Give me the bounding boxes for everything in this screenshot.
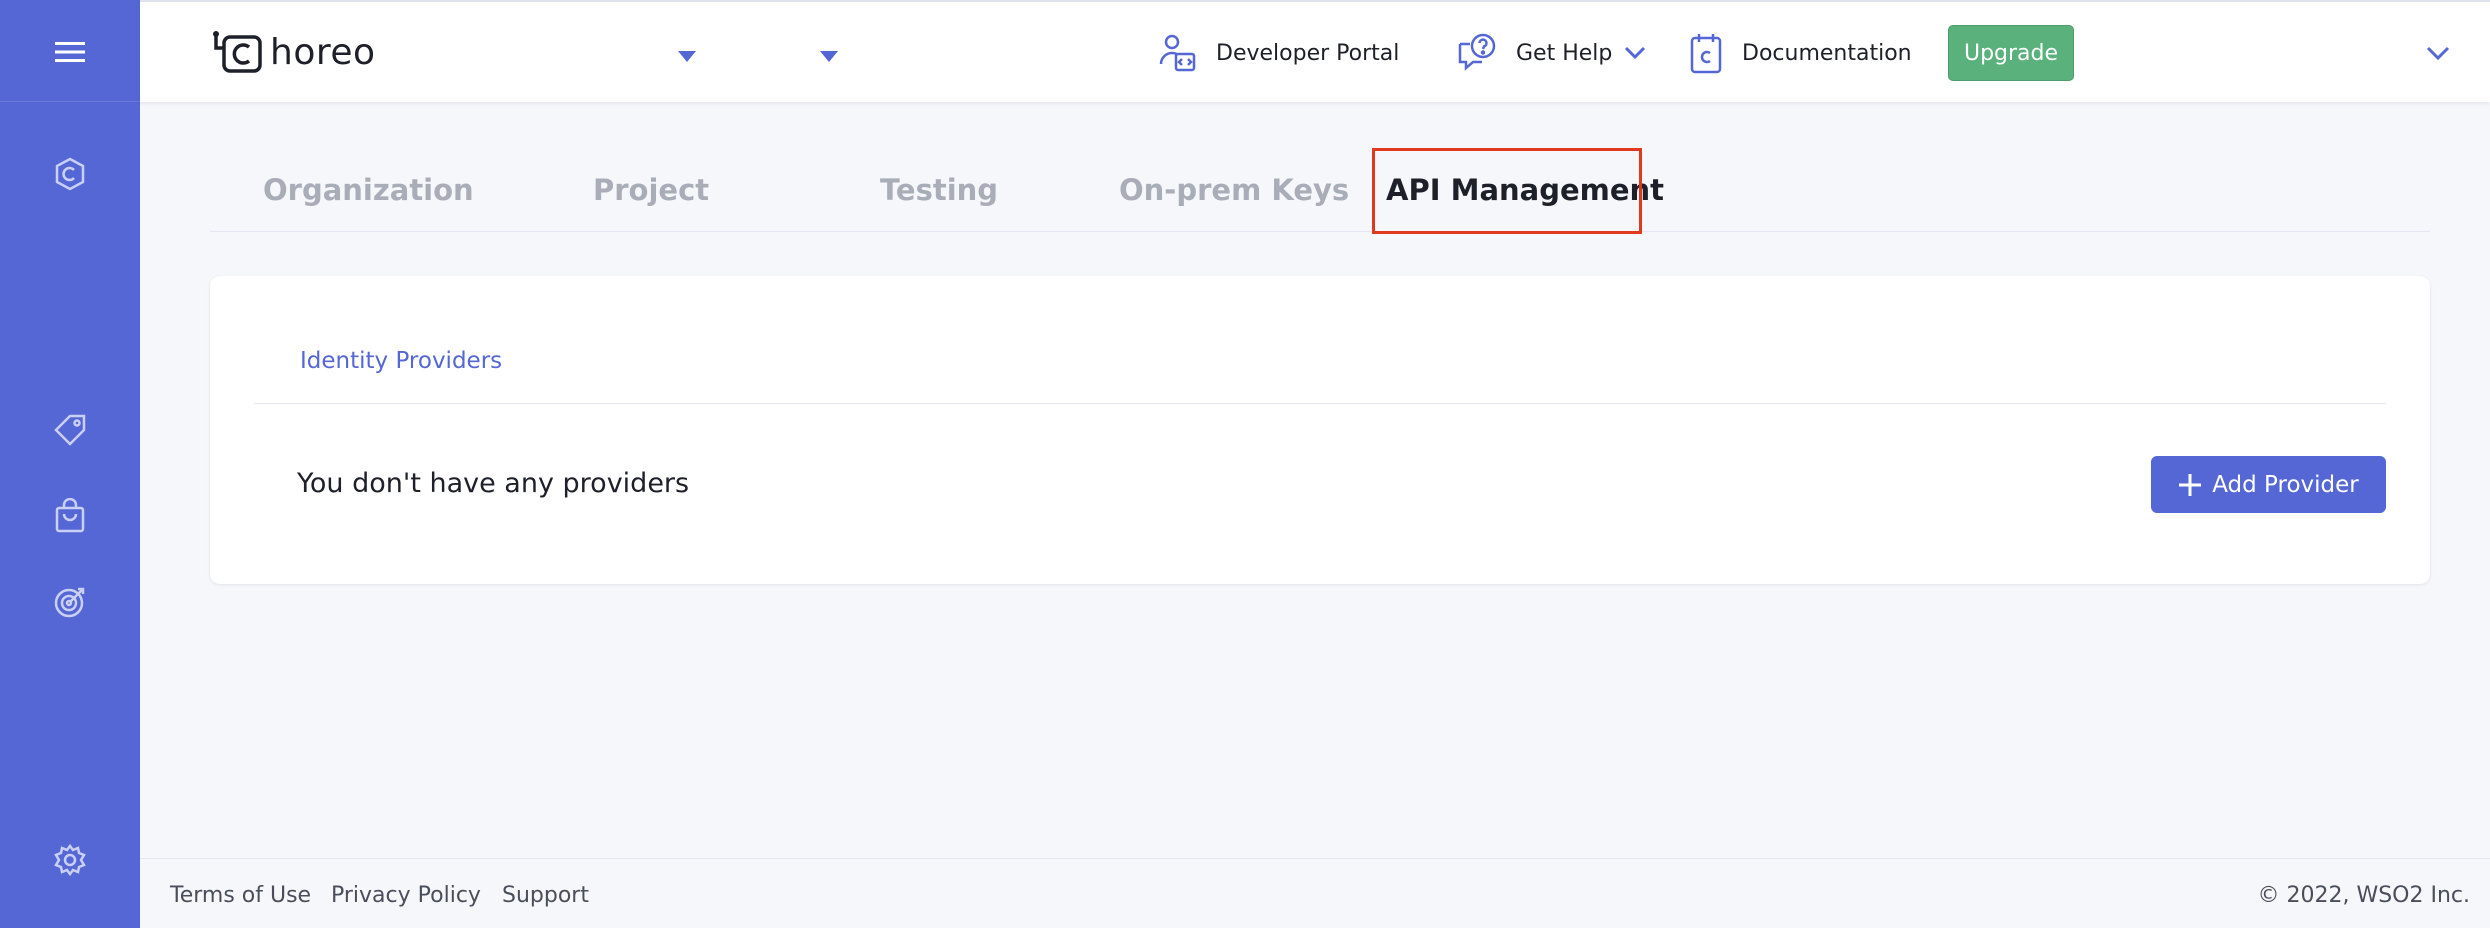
- page-footer: Terms of Use Privacy Policy Support © 20…: [140, 858, 2490, 928]
- footer-link-support[interactable]: Support: [502, 883, 589, 908]
- user-menu-chevron-icon[interactable]: [2426, 46, 2450, 62]
- logo-text: horeo: [270, 31, 376, 73]
- tab-testing[interactable]: Testing: [880, 168, 998, 212]
- choreo-logo[interactable]: horeo: [210, 28, 376, 76]
- plus-icon: [2178, 473, 2202, 497]
- documentation-icon: [1690, 34, 1722, 74]
- chevron-down-icon: [1625, 46, 1646, 60]
- target-icon[interactable]: [40, 572, 100, 632]
- choreo-logo-icon: [213, 31, 262, 73]
- add-provider-button[interactable]: Add Provider: [2151, 456, 2386, 513]
- developer-portal-link[interactable]: Developer Portal: [1156, 30, 1399, 76]
- add-provider-label: Add Provider: [2212, 471, 2359, 498]
- developer-portal-icon: [1159, 34, 1196, 72]
- get-help-label: Get Help: [1516, 40, 1613, 66]
- footer-copyright: © 2022, WSO2 Inc.: [2257, 883, 2470, 908]
- identity-providers-card: Identity Providers You don't have any pr…: [210, 276, 2430, 584]
- settings-tabs: Organization Project Testing On-prem Key…: [210, 148, 2430, 232]
- documentation-label: Documentation: [1742, 40, 1912, 66]
- footer-link-terms[interactable]: Terms of Use: [170, 883, 311, 908]
- top-header: horeo Developer Portal Get Help Document…: [140, 0, 2490, 102]
- tag-icon[interactable]: [40, 400, 100, 460]
- documentation-link[interactable]: Documentation: [1688, 30, 1912, 76]
- project-dropdown-caret[interactable]: [820, 51, 838, 62]
- empty-providers-message: You don't have any providers: [297, 468, 690, 499]
- get-help-menu[interactable]: Get Help: [1456, 30, 1646, 76]
- tab-on-prem-keys[interactable]: On-prem Keys: [1119, 168, 1349, 212]
- organization-dropdown-caret[interactable]: [678, 51, 696, 62]
- menu-icon[interactable]: [40, 22, 100, 82]
- tab-organization[interactable]: Organization: [263, 168, 474, 212]
- subtab-identity-providers[interactable]: Identity Providers: [300, 348, 502, 374]
- settings-gear-icon[interactable]: [40, 830, 100, 890]
- tab-api-management[interactable]: API Management: [1386, 168, 1664, 212]
- choreo-home-icon[interactable]: [40, 144, 100, 204]
- card-divider: [254, 403, 2386, 404]
- footer-link-privacy[interactable]: Privacy Policy: [331, 883, 481, 908]
- developer-portal-label: Developer Portal: [1216, 40, 1400, 66]
- upgrade-button[interactable]: Upgrade: [1948, 25, 2074, 81]
- tab-project[interactable]: Project: [593, 168, 709, 212]
- marketplace-bag-icon[interactable]: [40, 486, 100, 546]
- help-chat-icon: [1458, 33, 1496, 71]
- left-sidebar: [0, 0, 140, 928]
